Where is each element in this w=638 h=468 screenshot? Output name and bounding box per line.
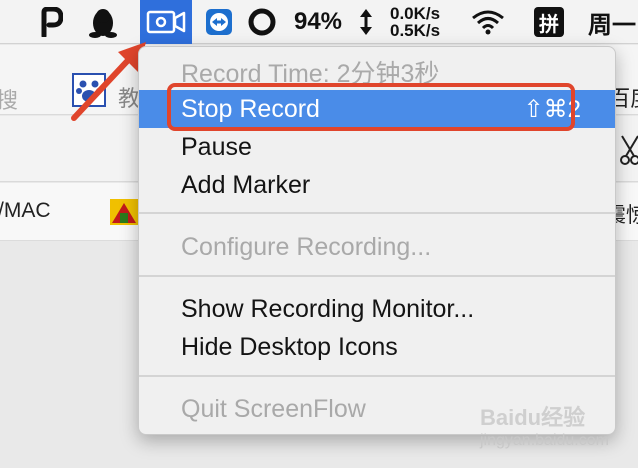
bookmark-mac-text[interactable]: /MAC: [0, 199, 51, 223]
input-method-icon[interactable]: 拼: [530, 0, 568, 44]
updown-arrows-icon: [354, 0, 378, 44]
watermark-url: jingyan.baidu.com: [480, 432, 609, 449]
menu-separator: [139, 212, 615, 214]
net-download: 0.5K/s: [390, 21, 441, 40]
baidu-watermark: Baidu经验 jingyan.baidu.com: [480, 400, 609, 450]
scissors-icon[interactable]: [618, 134, 638, 171]
menu-item-record-time: Record Time: 2分钟3秒: [181, 60, 440, 88]
battery-ring-icon[interactable]: [244, 0, 280, 44]
wifi-icon[interactable]: [468, 0, 508, 44]
bg-tab-left-text: 搜: [0, 88, 19, 113]
battery-percent[interactable]: 94%: [288, 0, 348, 44]
watermark-brand: Baidu经验: [480, 405, 586, 430]
bookmark-favicon: [110, 199, 138, 225]
app-p-icon[interactable]: [34, 0, 68, 44]
menu-separator: [139, 275, 615, 277]
menu-item-add-marker[interactable]: Add Marker: [139, 166, 615, 204]
menubar-day[interactable]: 周一: [588, 0, 638, 44]
teamviewer-icon[interactable]: [202, 0, 236, 44]
menu-item-show-recording-monitor[interactable]: Show Recording Monitor...: [139, 290, 615, 328]
menu-item-pause[interactable]: Pause: [139, 128, 615, 166]
menu-item-configure-recording: Configure Recording...: [181, 232, 432, 261]
stop-record-label: Stop Record: [181, 94, 320, 123]
network-speed[interactable]: 0.0K/s 0.5K/s: [390, 0, 456, 44]
menu-separator: [139, 375, 615, 377]
menu-item-hide-desktop-icons[interactable]: Hide Desktop Icons: [139, 328, 615, 366]
net-upload: 0.0K/s: [390, 4, 441, 23]
stop-record-shortcut: ⇧⌘2: [523, 95, 581, 123]
screenflow-dropdown-menu: Record Time: 2分钟3秒 Stop Record ⇧⌘2 Pause…: [138, 46, 616, 435]
menu-item-stop-record[interactable]: Stop Record ⇧⌘2: [139, 90, 615, 128]
